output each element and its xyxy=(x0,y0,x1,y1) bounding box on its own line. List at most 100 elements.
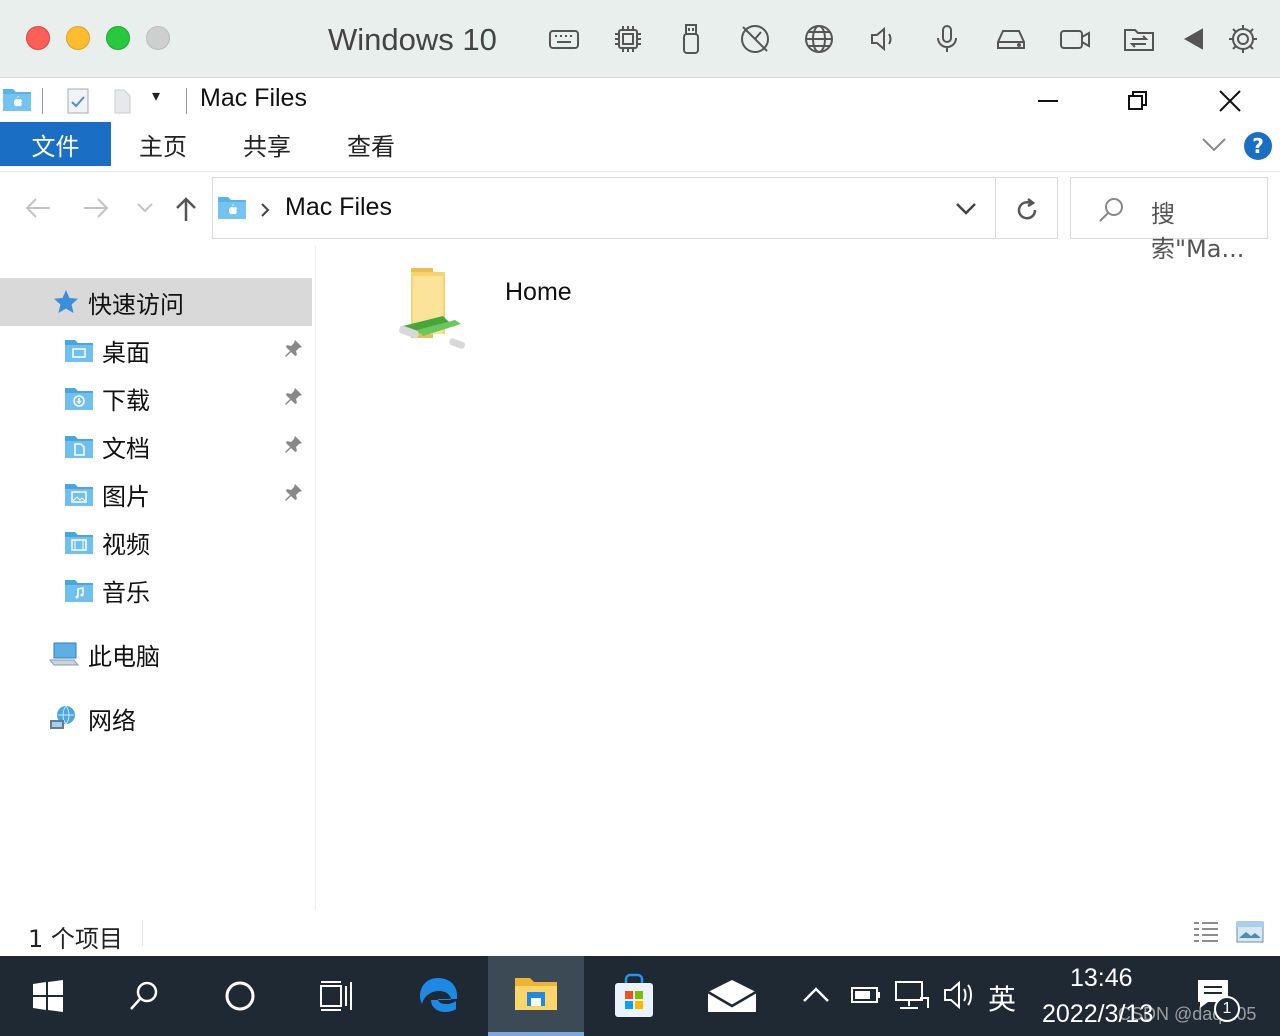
pin-icon[interactable] xyxy=(282,434,304,456)
speaker-icon[interactable] xyxy=(864,20,902,58)
microphone-icon[interactable] xyxy=(928,20,966,58)
restore-button[interactable] xyxy=(1108,82,1168,120)
sidebar-item-label: 此电脑 xyxy=(88,642,160,671)
drive-icon[interactable] xyxy=(992,20,1030,58)
store-icon xyxy=(615,973,653,1017)
search-button[interactable] xyxy=(96,956,192,1036)
start-button[interactable] xyxy=(0,956,96,1036)
list-item-label: Home xyxy=(505,278,572,306)
recent-locations-chevron-icon[interactable] xyxy=(136,202,154,214)
help-button[interactable]: ? xyxy=(1244,132,1272,160)
tab-home[interactable]: 主页 xyxy=(111,122,215,166)
restore-icon xyxy=(1128,91,1147,110)
explorer-folder-icon xyxy=(3,89,31,111)
vm-title: Windows 10 xyxy=(328,22,497,57)
back-triangle-icon[interactable] xyxy=(1176,20,1214,58)
file-list: Home xyxy=(317,246,1280,910)
minimize-button[interactable] xyxy=(1018,82,1078,120)
camera-icon[interactable] xyxy=(1056,20,1094,58)
cortana-button[interactable] xyxy=(192,956,288,1036)
sidebar-item-documents[interactable]: 文档 xyxy=(0,422,312,470)
volume-icon[interactable] xyxy=(942,978,976,1012)
address-dropdown-chevron-icon[interactable] xyxy=(955,202,977,216)
sidebar-item-videos[interactable]: 视频 xyxy=(0,518,312,566)
close-button[interactable] xyxy=(1200,82,1260,120)
close-window-button[interactable] xyxy=(26,26,50,50)
tab-share[interactable]: 共享 xyxy=(215,122,319,166)
battery-icon[interactable] xyxy=(850,984,882,1006)
sidebar-item-this-pc[interactable]: 此电脑 xyxy=(0,630,312,678)
edge-button[interactable] xyxy=(390,956,486,1036)
sidebar-item-music[interactable]: 音乐 xyxy=(0,566,312,614)
computer-icon xyxy=(48,642,80,666)
address-bar[interactable]: Mac Files xyxy=(212,177,1058,239)
videos-folder-icon xyxy=(65,532,93,554)
input-method-indicator[interactable]: 英 xyxy=(988,978,1016,1018)
breadcrumb-current[interactable]: Mac Files xyxy=(285,193,392,222)
store-button[interactable] xyxy=(586,956,682,1036)
navigation-bar: Mac Files 搜索"Ma... xyxy=(0,172,1280,263)
forward-arrow-icon[interactable] xyxy=(82,196,110,220)
network-icon xyxy=(50,705,75,729)
minimize-window-button[interactable] xyxy=(66,26,90,50)
desktop-folder-icon xyxy=(65,340,93,362)
pin-icon[interactable] xyxy=(282,386,304,408)
properties-icon[interactable] xyxy=(66,87,92,115)
usb-icon[interactable] xyxy=(672,20,710,58)
breadcrumb-chevron-icon[interactable] xyxy=(259,202,271,218)
sidebar-item-label: 桌面 xyxy=(102,338,150,367)
sidebar-item-label: 音乐 xyxy=(102,578,150,607)
status-bar: 1 个项目 xyxy=(0,910,1280,956)
settings-icon[interactable] xyxy=(1224,20,1262,58)
show-hidden-icons-chevron-icon[interactable] xyxy=(802,986,830,1004)
sidebar-item-downloads[interactable]: 下载 xyxy=(0,374,312,422)
sidebar-item-label: 下载 xyxy=(102,386,150,415)
pictures-folder-icon xyxy=(65,484,93,506)
window-title: Mac Files xyxy=(200,84,307,112)
globe-icon[interactable] xyxy=(800,20,838,58)
refresh-icon[interactable] xyxy=(1015,196,1039,222)
tab-file[interactable]: 文件 xyxy=(0,122,111,166)
item-count: 1 个项目 xyxy=(28,925,123,953)
back-arrow-icon[interactable] xyxy=(24,196,52,220)
sidebar-item-network[interactable]: 网络 xyxy=(0,694,312,742)
pin-icon[interactable] xyxy=(282,338,304,360)
downloads-folder-icon xyxy=(65,388,93,410)
share-folder-icon[interactable] xyxy=(1120,20,1158,58)
task-view-button[interactable] xyxy=(288,956,384,1036)
sidebar-item-label: 图片 xyxy=(102,482,150,511)
search-icon xyxy=(1099,198,1123,222)
pin-icon[interactable] xyxy=(282,482,304,504)
up-arrow-icon[interactable] xyxy=(174,196,198,222)
action-center-button[interactable]: 1 xyxy=(1196,976,1240,1022)
windows-logo-icon xyxy=(33,980,63,1012)
network-status-icon[interactable] xyxy=(894,980,930,1012)
close-icon xyxy=(1219,90,1241,112)
sidebar-item-pictures[interactable]: 图片 xyxy=(0,470,312,518)
mail-button[interactable] xyxy=(684,956,780,1036)
gauge-icon[interactable] xyxy=(736,20,774,58)
documents-folder-icon xyxy=(65,436,93,458)
tab-view[interactable]: 查看 xyxy=(319,122,423,166)
expand-ribbon-chevron-icon[interactable] xyxy=(1200,134,1228,154)
file-explorer-taskbar-button[interactable] xyxy=(488,956,584,1036)
navigation-pane: 快速访问 桌面 下载 文档 图片 视频 音乐 此电脑 网络 xyxy=(0,246,316,910)
sidebar-item-desktop[interactable]: 桌面 xyxy=(0,326,312,374)
details-view-icon[interactable] xyxy=(1192,920,1220,946)
mail-icon xyxy=(707,980,757,1012)
window-titlebar: ▾ Mac Files xyxy=(0,78,1280,122)
zoom-window-button[interactable] xyxy=(106,26,130,50)
vm-titlebar: Windows 10 xyxy=(0,0,1280,78)
divider xyxy=(995,178,996,238)
clock-time[interactable]: 13:46 xyxy=(1070,964,1133,993)
taskbar: 英 13:46 2022/3/13 CSDN @daqi205 1 xyxy=(0,956,1280,1036)
new-folder-icon[interactable] xyxy=(112,87,134,115)
large-icons-view-icon[interactable] xyxy=(1236,920,1264,944)
customize-toolbar-chevron-icon[interactable]: ▾ xyxy=(152,86,160,105)
cpu-icon[interactable] xyxy=(609,20,647,58)
search-box[interactable]: 搜索"Ma... xyxy=(1070,177,1268,263)
divider xyxy=(142,920,143,946)
sidebar-item-quick-access[interactable]: 快速访问 xyxy=(0,278,312,326)
keyboard-icon[interactable] xyxy=(545,20,583,58)
list-item[interactable]: Home xyxy=(397,264,727,358)
